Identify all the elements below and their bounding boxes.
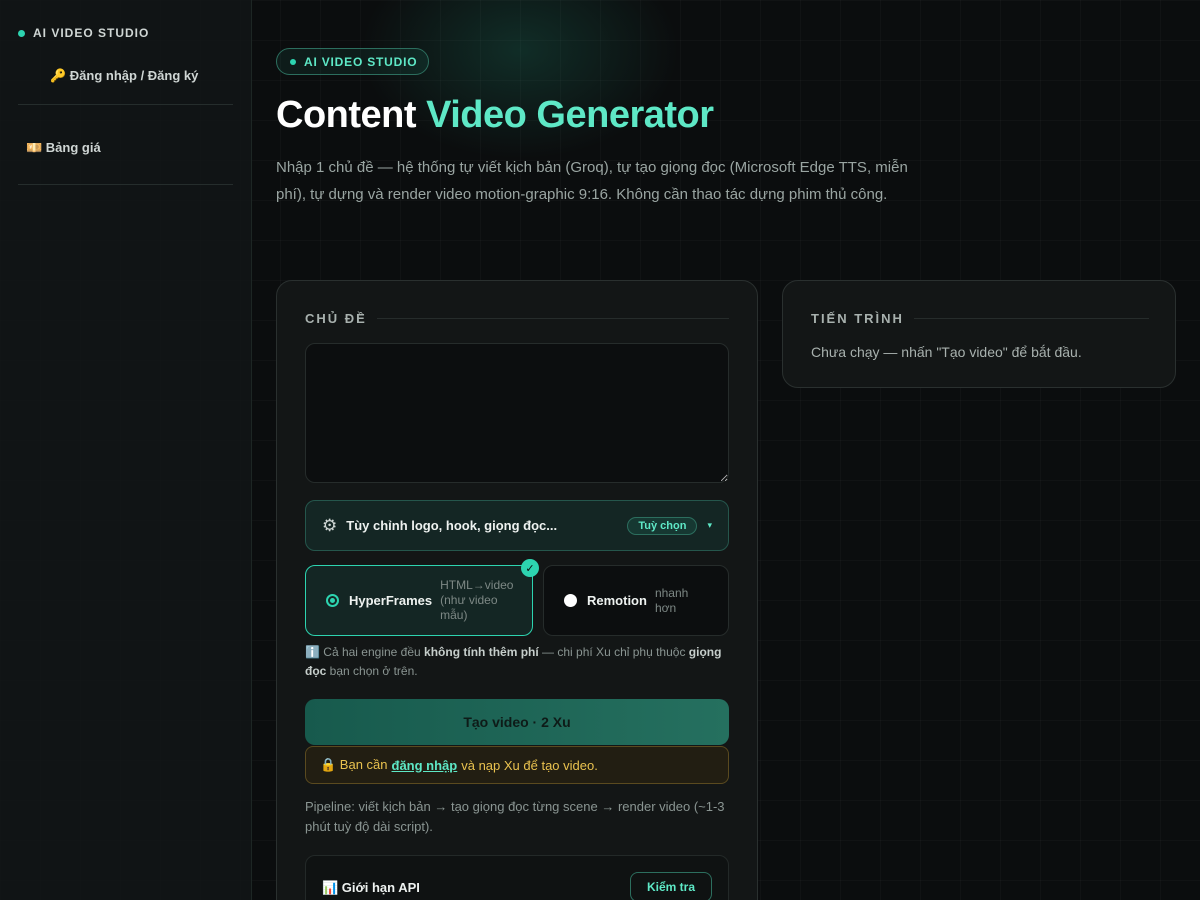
engine-name: Remotion [587, 593, 647, 608]
note-text: — chi phí Xu chỉ phụ thuộc [538, 645, 689, 659]
sidebar-brand: AI VIDEO STUDIO [18, 26, 149, 40]
optional-badge: Tuỳ chọn [627, 516, 698, 535]
pill-dot-icon [290, 58, 296, 65]
label-divider [913, 318, 1149, 319]
check-icon: ✓ [521, 559, 539, 577]
check-api-button[interactable]: Kiểm tra [629, 872, 712, 900]
pill-label: AI VIDEO STUDIO [304, 54, 418, 69]
api-limit-panel: 📊 Giới hạn API Kiểm tra [305, 855, 729, 900]
label-divider [376, 318, 729, 319]
progress-label: TIẾN TRÌNH [811, 311, 904, 326]
title-accent: Video Generator [426, 94, 714, 136]
pipeline-description: Pipeline: viết kịch bản → tạo giọng đọc … [305, 799, 725, 834]
header-pill: AI VIDEO STUDIO [276, 48, 429, 75]
sidebar-divider [18, 104, 233, 105]
engine-name: HyperFrames [349, 593, 433, 608]
note-text: bạn chọn ở trên. [326, 664, 418, 678]
warning-prefix: 🔒 Bạn cần [320, 757, 388, 772]
engine-option-remotion[interactable]: Remotion nhanh hơn [543, 565, 729, 636]
sidebar-divider [18, 184, 233, 185]
generator-form-card: CHỦ ĐỀ ⚙ Tùy chỉnh logo, hook, giọng đọc… [276, 280, 758, 900]
page-title: Content Video Generator [276, 94, 714, 137]
customize-toggle[interactable]: ⚙ Tùy chỉnh logo, hook, giọng đọc... Tuỳ… [305, 500, 729, 551]
warning-suffix: và nạp Xu để tạo video. [461, 757, 598, 773]
pricing-link[interactable]: 💴 Bảng giá [26, 140, 101, 156]
engine-cost-note: ℹ️ Cả hai engine đều không tính thêm phí… [305, 643, 729, 681]
progress-section-label: TIẾN TRÌNH [811, 311, 1149, 326]
api-limit-title: 📊 Giới hạn API [322, 880, 420, 895]
brand-label: AI VIDEO STUDIO [33, 26, 150, 40]
engine-description: HTML→video (như video mẫu) [440, 578, 514, 622]
topic-section-label: CHỦ ĐỀ [305, 311, 729, 326]
topic-label: CHỦ ĐỀ [305, 311, 367, 326]
radio-selected[interactable] [326, 594, 339, 607]
customize-label: Tùy chỉnh logo, hook, giọng đọc... [346, 518, 558, 533]
login-link[interactable]: đăng nhập [392, 758, 458, 773]
topic-input[interactable] [305, 343, 729, 483]
radio-unselected[interactable] [564, 594, 577, 607]
login-register-link[interactable]: 🔑 Đăng nhập / Đăng ký [50, 68, 198, 84]
title-main: Content [276, 94, 427, 136]
sidebar: AI VIDEO STUDIO 🔑 Đăng nhập / Đăng ký 💴 … [0, 0, 252, 900]
progress-status: Chưa chạy — nhấn "Tạo video" để bắt đầu. [811, 344, 1082, 360]
info-icon: ℹ️ [305, 645, 320, 659]
gear-icon: ⚙ [322, 515, 338, 535]
create-video-button[interactable]: Tạo video · 2 Xu [305, 699, 729, 745]
engine-description: nhanh hơn [654, 585, 689, 615]
chevron-down-icon: ▾ [707, 520, 712, 530]
progress-card: TIẾN TRÌNH Chưa chạy — nhấn "Tạo video" … [782, 280, 1176, 388]
page-description: Nhập 1 chủ đề — hệ thống tự viết kịch bả… [276, 159, 908, 203]
note-bold: không tính thêm phí [424, 645, 539, 659]
note-text: Cả hai engine đều [319, 645, 425, 659]
engine-option-hyperframes[interactable]: HyperFrames HTML→video (như video mẫu) ✓ [305, 559, 539, 636]
login-warning: 🔒 Bạn cần đăng nhập và nạp Xu để tạo vid… [305, 746, 729, 784]
brand-dot-icon [18, 29, 25, 37]
